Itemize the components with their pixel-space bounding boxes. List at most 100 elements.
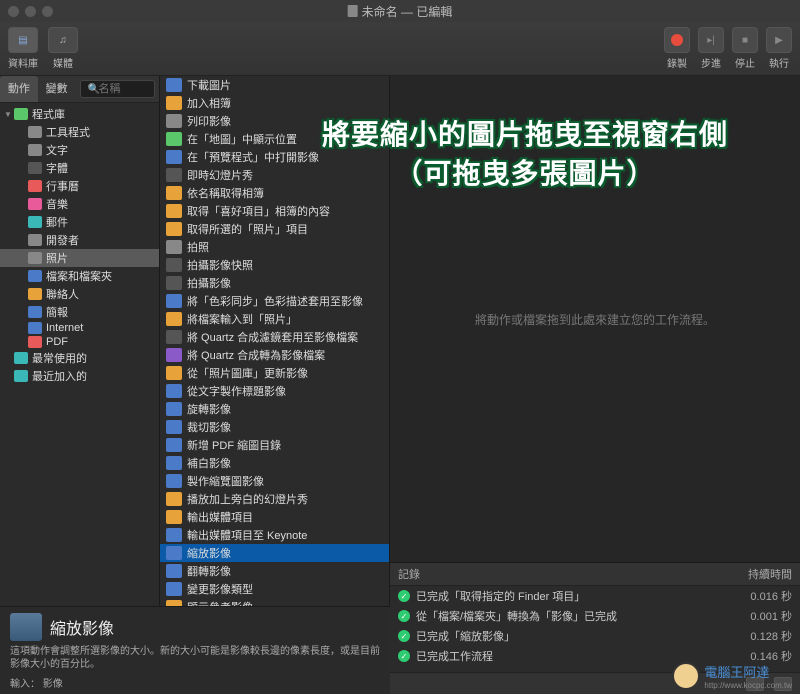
action-icon xyxy=(166,564,182,578)
library-icon: ▤ xyxy=(18,35,27,46)
tab-variables[interactable]: 變數 xyxy=(38,76,76,102)
tree-item[interactable]: 最近加入的 xyxy=(0,367,159,385)
action-label: 拍攝影像快照 xyxy=(187,257,253,273)
action-label: 翻轉影像 xyxy=(187,563,231,579)
tree-item[interactable]: 郵件 xyxy=(0,213,159,231)
tree-item[interactable]: 文字 xyxy=(0,141,159,159)
record-button[interactable]: 錄製 xyxy=(664,27,690,70)
log-duration: 0.001 秒 xyxy=(722,608,792,624)
watermark-avatar xyxy=(672,662,700,690)
action-item[interactable]: 播放加上旁白的幻燈片秀 xyxy=(160,490,389,508)
category-icon xyxy=(14,370,28,382)
action-item[interactable]: 依名稱取得相簿 xyxy=(160,184,389,202)
action-item[interactable]: 拍攝影像快照 xyxy=(160,256,389,274)
action-label: 輸出媒體項目至 Keynote xyxy=(187,527,307,543)
action-label: 將「色彩同步」色彩描述套用至影像 xyxy=(187,293,363,309)
action-icon xyxy=(166,276,182,290)
tree-item[interactable]: 聯絡人 xyxy=(0,285,159,303)
success-check-icon: ✓ xyxy=(398,630,410,642)
actions-list[interactable]: 下載圖片加入相簿列印影像在「地圖」中顯示位置在「預覽程式」中打開影像即時幻燈片秀… xyxy=(160,76,390,694)
zoom-window-button[interactable] xyxy=(42,6,53,17)
watermark: 電腦王阿達 http://www.kocpc.com.tw xyxy=(672,662,792,690)
stop-button[interactable]: ■ 停止 xyxy=(732,27,758,70)
tree-item-label: 簡報 xyxy=(46,304,68,320)
action-item[interactable]: 補白影像 xyxy=(160,454,389,472)
action-label: 在「地圖」中顯示位置 xyxy=(187,131,297,147)
canvas-placeholder: 將動作或檔案拖到此處來建立您的工作流程。 xyxy=(475,311,715,328)
action-item[interactable]: 取得「喜好項目」相簿的內容 xyxy=(160,202,389,220)
action-item[interactable]: 拍照 xyxy=(160,238,389,256)
action-icon xyxy=(166,294,182,308)
action-item[interactable]: 旋轉影像 xyxy=(160,400,389,418)
media-button[interactable]: ♫ 媒體 xyxy=(48,27,78,70)
library-button[interactable]: ▤ 資料庫 xyxy=(8,27,38,70)
action-icon xyxy=(166,114,182,128)
category-icon xyxy=(28,198,42,210)
action-item[interactable]: 縮放影像 xyxy=(160,544,389,562)
step-button[interactable]: ▸| 步進 xyxy=(698,27,724,70)
action-item[interactable]: 拍攝影像 xyxy=(160,274,389,292)
action-icon xyxy=(166,384,182,398)
description-body: 這項動作會調整所選影像的大小。新的大小可能是影像較長邊的像素長度，或是目前影像大… xyxy=(10,645,380,671)
action-item[interactable]: 裁切影像 xyxy=(160,418,389,436)
tree-item[interactable]: 行事曆 xyxy=(0,177,159,195)
action-item[interactable]: 製作縮覽圖影像 xyxy=(160,472,389,490)
tree-item[interactable]: 音樂 xyxy=(0,195,159,213)
action-icon xyxy=(166,78,182,92)
category-icon xyxy=(28,180,42,192)
action-item[interactable]: 在「預覽程式」中打開影像 xyxy=(160,148,389,166)
record-icon xyxy=(671,34,683,46)
action-item[interactable]: 輸出媒體項目至 Keynote xyxy=(160,526,389,544)
action-item[interactable]: 變更影像類型 xyxy=(160,580,389,598)
action-item[interactable]: 翻轉影像 xyxy=(160,562,389,580)
action-item[interactable]: 加入相簿 xyxy=(160,94,389,112)
tree-item[interactable]: 照片 xyxy=(0,249,159,267)
tree-item[interactable]: 字體 xyxy=(0,159,159,177)
category-icon xyxy=(28,126,42,138)
tree-item[interactable]: ▼程式庫 xyxy=(0,105,159,123)
tree-item[interactable]: 開發者 xyxy=(0,231,159,249)
category-icon xyxy=(28,144,42,156)
category-icon xyxy=(28,336,42,348)
log-row: ✓從「檔案/檔案夾」轉換為「影像」已完成0.001 秒 xyxy=(390,606,800,626)
log-message: 已完成「縮放影像」 xyxy=(416,628,722,644)
action-label: 將檔案輸入到「照片」 xyxy=(187,311,297,327)
workflow-canvas[interactable]: 將動作或檔案拖到此處來建立您的工作流程。 xyxy=(390,76,800,562)
action-item[interactable]: 從「照片圖庫」更新影像 xyxy=(160,364,389,382)
tree-item[interactable]: Internet xyxy=(0,321,159,335)
action-item[interactable]: 將 Quartz 合成轉為影像檔案 xyxy=(160,346,389,364)
run-button[interactable]: ▶ 執行 xyxy=(766,27,792,70)
action-label: 播放加上旁白的幻燈片秀 xyxy=(187,491,308,507)
disclosure-arrow-icon: ▼ xyxy=(4,110,12,119)
tree-item[interactable]: 最常使用的 xyxy=(0,349,159,367)
action-item[interactable]: 取得所選的「照片」項目 xyxy=(160,220,389,238)
tree-item[interactable]: 檔案和檔案夾 xyxy=(0,267,159,285)
tree-item[interactable]: PDF xyxy=(0,335,159,349)
tab-actions[interactable]: 動作 xyxy=(0,76,38,102)
action-item[interactable]: 從文字製作標題影像 xyxy=(160,382,389,400)
action-item[interactable]: 下載圖片 xyxy=(160,76,389,94)
action-icon xyxy=(166,204,182,218)
category-icon xyxy=(28,162,42,174)
action-item[interactable]: 列印影像 xyxy=(160,112,389,130)
action-item[interactable]: 輸出媒體項目 xyxy=(160,508,389,526)
action-icon xyxy=(166,546,182,560)
action-item[interactable]: 即時幻燈片秀 xyxy=(160,166,389,184)
tree-item[interactable]: 簡報 xyxy=(0,303,159,321)
tree-item-label: 郵件 xyxy=(46,214,68,230)
tree-item[interactable]: 工具程式 xyxy=(0,123,159,141)
action-item[interactable]: 將檔案輸入到「照片」 xyxy=(160,310,389,328)
play-icon: ▶ xyxy=(775,35,783,46)
action-icon xyxy=(166,510,182,524)
action-label: 裁切影像 xyxy=(187,419,231,435)
minimize-window-button[interactable] xyxy=(25,6,36,17)
media-icon: ♫ xyxy=(59,35,67,46)
close-window-button[interactable] xyxy=(8,6,19,17)
action-item[interactable]: 在「地圖」中顯示位置 xyxy=(160,130,389,148)
success-check-icon: ✓ xyxy=(398,590,410,602)
action-item[interactable]: 將「色彩同步」色彩描述套用至影像 xyxy=(160,292,389,310)
category-icon xyxy=(28,288,42,300)
action-label: 製作縮覽圖影像 xyxy=(187,473,264,489)
action-item[interactable]: 新增 PDF 縮圖目錄 xyxy=(160,436,389,454)
action-item[interactable]: 將 Quartz 合成濾鏡套用至影像檔案 xyxy=(160,328,389,346)
